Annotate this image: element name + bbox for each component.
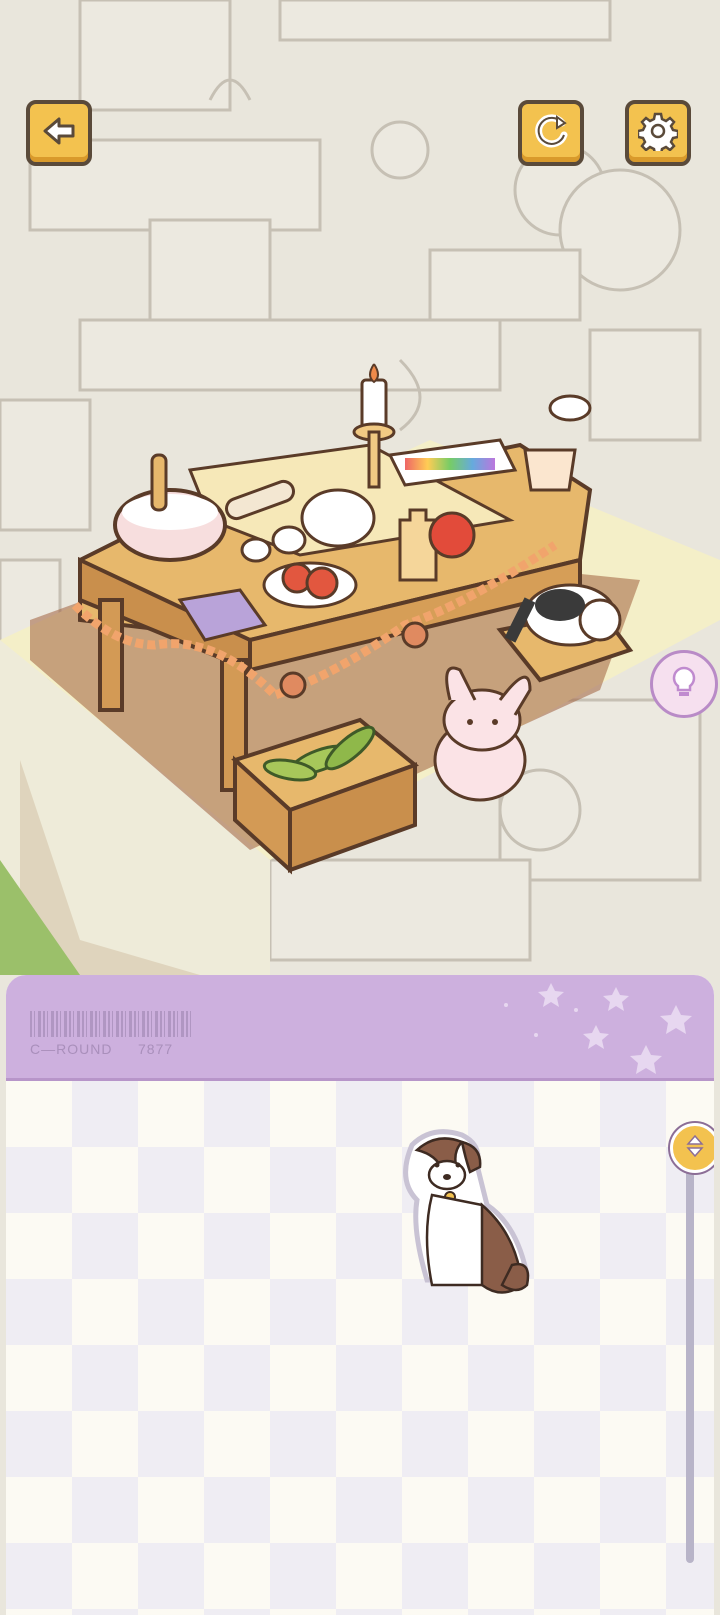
collection-panel: C—ROUND 7877 [6,975,714,1615]
sticker-grid[interactable] [6,1081,714,1615]
scrollbar-handle[interactable] [670,1123,714,1173]
gear-icon [636,111,680,156]
dog-sticker[interactable] [392,1125,542,1305]
round-label: C—ROUND [30,1041,113,1057]
scrollbar-track[interactable] [686,1163,694,1563]
hint-button[interactable] [650,650,718,718]
refresh-icon [531,111,571,156]
lightbulb-icon [666,664,702,705]
arrow-left-icon [39,111,79,156]
up-down-arrows-icon [685,1134,705,1163]
stars-decoration [504,983,692,1074]
refresh-button[interactable] [518,100,584,166]
barcode [30,1011,192,1037]
game-scene[interactable] [0,0,720,975]
settings-button[interactable] [625,100,691,166]
round-number: 7877 [138,1041,174,1057]
panel-header: C—ROUND 7877 [6,975,714,1081]
back-button[interactable] [26,100,92,166]
